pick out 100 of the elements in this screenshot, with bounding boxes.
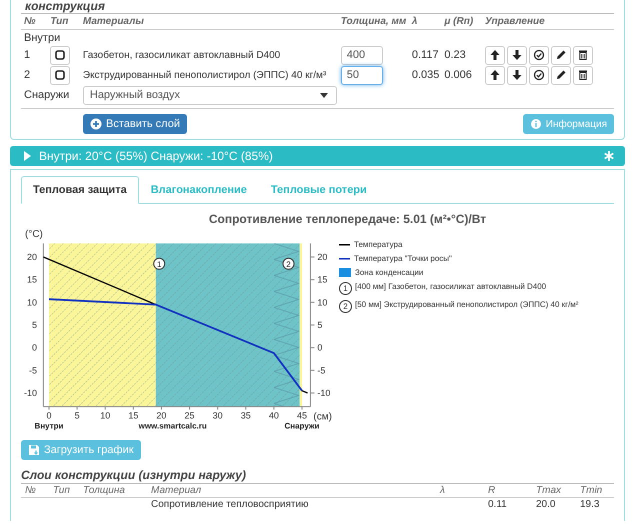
column-header: Tmin xyxy=(576,484,614,498)
pencil-icon xyxy=(554,49,567,61)
y-axis-label: (°С) xyxy=(25,229,43,240)
conditions-bar[interactable]: Внутри: 20°C (55%) Снаружи: -10°C (85%) xyxy=(10,146,625,166)
legend-swatch-icon xyxy=(339,268,351,277)
right-tick-label: 5 xyxy=(317,320,322,330)
column-header: Тип xyxy=(47,14,80,30)
x-tick-label: 0 xyxy=(46,410,52,421)
y-tick-label: 5 xyxy=(32,320,37,330)
check-circle-icon xyxy=(532,49,545,61)
column-header: Толщина xyxy=(79,484,147,498)
x-tick-label: 20 xyxy=(156,410,166,421)
arrow-up-icon xyxy=(488,69,501,81)
column-header: Управление xyxy=(482,14,614,30)
layer-marker: 2 xyxy=(282,258,294,270)
check-circle-button[interactable] xyxy=(528,46,549,64)
x-tick-label: 10 xyxy=(100,410,110,421)
trash-icon xyxy=(576,49,589,61)
material-name: Экструдированный пенополистирол (ЭППС) 40 кг/м³ xyxy=(82,68,328,82)
conditions-text: Внутри: 20°C (55%) Снаружи: -10°C (85%) xyxy=(39,149,273,163)
y-tick-label: -5 xyxy=(28,365,37,376)
pencil-button[interactable] xyxy=(550,66,571,84)
table-cell: Сопротивление тепловосприятию xyxy=(147,498,436,511)
side-label: Внутри xyxy=(34,422,64,431)
tab[interactable]: Влагонакопление xyxy=(138,176,259,204)
lambda-value: 0.117 xyxy=(410,48,440,63)
pencil-icon xyxy=(554,69,567,81)
legend-label: Температура "Точки росы" xyxy=(354,254,452,263)
arrow-down-button[interactable] xyxy=(506,66,527,84)
tab[interactable]: Тепловая защита xyxy=(21,176,139,204)
lambda-value: 0.035 xyxy=(410,68,440,83)
save-icon xyxy=(28,444,40,456)
x-tick-label: 25 xyxy=(184,410,195,421)
arrow-up-button[interactable] xyxy=(484,46,505,64)
trash-button[interactable] xyxy=(572,66,593,84)
column-header: Материал xyxy=(147,484,436,498)
check-circle-icon xyxy=(532,69,545,81)
material-name: Газобетон, газосиликат автоклавный D400 xyxy=(82,48,282,62)
snowflake-icon xyxy=(603,150,615,162)
inside-label: Внутри xyxy=(24,32,60,44)
x-tick-label: 30 xyxy=(212,410,223,421)
layer-marker: 2 xyxy=(339,300,352,313)
arrow-up-icon xyxy=(488,49,501,61)
insert-layer-button[interactable]: Вставить слой xyxy=(83,114,187,134)
legend-label: Зона конденсации xyxy=(355,268,424,277)
column-header: Материалы xyxy=(80,14,338,30)
column-header: Tmax xyxy=(532,484,576,498)
side-label: Снаружи xyxy=(284,422,320,431)
x-tick-label: 15 xyxy=(128,410,138,421)
x-axis-label: (см) xyxy=(313,412,332,423)
column-header: λ xyxy=(436,484,484,498)
info-icon xyxy=(530,118,542,130)
outside-label: Снаружи xyxy=(21,85,80,108)
square-icon xyxy=(54,69,66,81)
chart-title: Сопротивление теплопередаче: 5.01 (м²•°С)/Вт xyxy=(208,212,488,226)
right-tick-label: -5 xyxy=(317,365,326,376)
legend-line-icon xyxy=(339,242,350,246)
table-cell: 20.0 xyxy=(532,498,576,511)
arrow-down-icon xyxy=(510,49,523,61)
layer-type-button[interactable] xyxy=(50,66,70,84)
mu-value: 0.006 xyxy=(443,68,473,83)
table-cell: 19.3 xyxy=(576,498,614,511)
column-header: Толщина, мм xyxy=(338,14,409,30)
y-tick-label: 20 xyxy=(26,252,37,262)
layer-marker: 1 xyxy=(339,282,352,295)
layer-note: [50 мм] Экструдированный пенополистирол (ЭППС) 40 кг/м² xyxy=(355,300,578,309)
thickness-input[interactable]: 50 xyxy=(340,66,383,84)
right-tick-label: 0 xyxy=(317,342,322,353)
plus-circle-icon xyxy=(90,118,102,130)
section-title: конструкция xyxy=(25,0,106,13)
y-tick-label: 10 xyxy=(26,297,37,308)
trash-icon xyxy=(576,69,589,81)
pencil-button[interactable] xyxy=(550,46,571,64)
column-header: R xyxy=(484,484,532,498)
tab[interactable]: Тепловые потери xyxy=(258,176,379,204)
column-header: Тип xyxy=(49,484,79,498)
mu-value: 0.23 xyxy=(443,48,467,63)
column-header: λ xyxy=(408,14,442,30)
legend-line-icon xyxy=(339,256,350,260)
website-label: www.smartcalc.ru xyxy=(138,422,207,431)
outside-select[interactable]: Наружный воздух xyxy=(82,86,337,104)
table-cell: 0.11 xyxy=(484,498,532,511)
right-tick-label: 10 xyxy=(317,297,328,308)
legend-label: Температура xyxy=(354,240,402,249)
arrow-down-button[interactable] xyxy=(506,46,527,64)
trash-button[interactable] xyxy=(572,46,593,64)
right-tick-label: 15 xyxy=(317,274,328,285)
column-header: № xyxy=(21,14,48,30)
layer-type-button[interactable] xyxy=(50,46,70,64)
right-tick-label: 20 xyxy=(317,252,328,262)
column-header: № xyxy=(21,484,49,498)
x-tick-label: 45 xyxy=(297,410,307,421)
check-circle-button[interactable] xyxy=(528,66,549,84)
square-icon xyxy=(54,49,66,61)
right-tick-label: -10 xyxy=(317,388,330,398)
arrow-up-button[interactable] xyxy=(484,66,505,84)
column-header: μ (Rп) xyxy=(441,14,482,30)
row-number: 2 xyxy=(23,68,32,83)
thickness-input[interactable]: 400 xyxy=(340,46,383,64)
x-tick-label: 40 xyxy=(268,410,279,421)
